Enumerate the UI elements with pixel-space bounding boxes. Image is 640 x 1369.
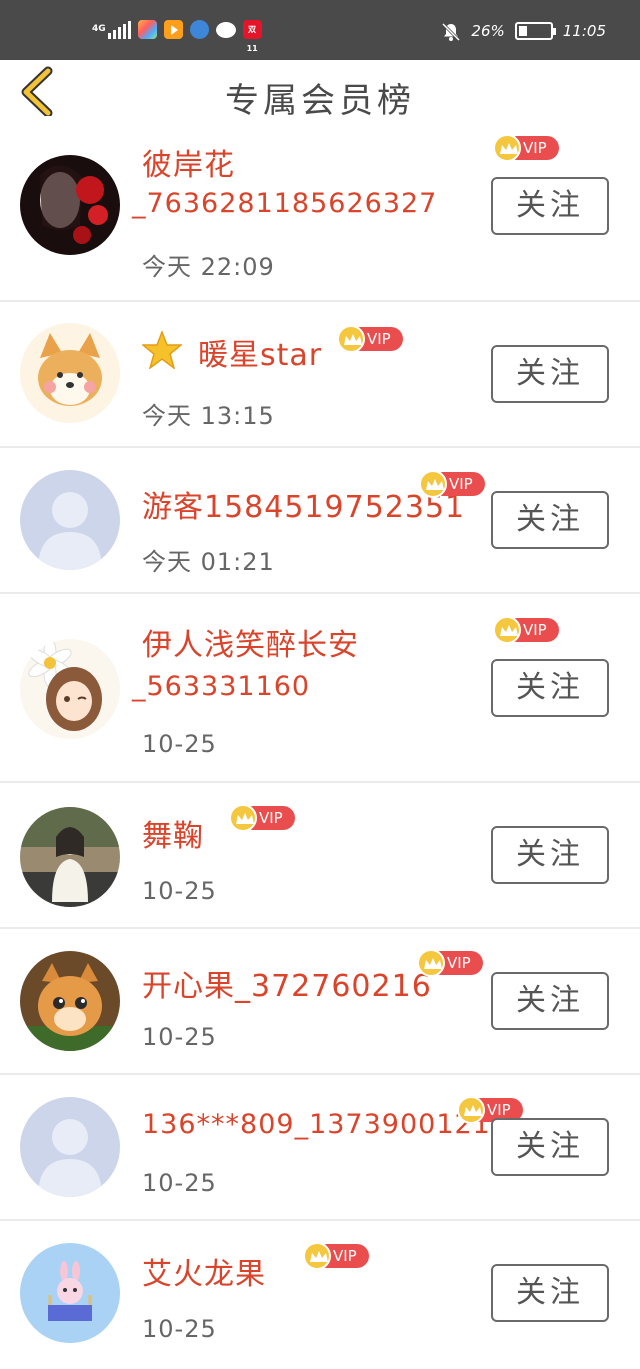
app-notification-icon — [137, 20, 157, 39]
member-name: 彼岸花 — [142, 148, 235, 183]
crown-icon — [457, 1096, 485, 1124]
crown-icon — [493, 616, 521, 644]
status-bar: 4G 双11 26% 11:05 — [0, 0, 640, 60]
follow-button[interactable]: 关注 — [491, 1264, 609, 1322]
star-icon — [140, 329, 184, 377]
list-item[interactable]: 彼岸花 _7636281185626327 今天 22:09 VIP 关注 — [0, 130, 640, 302]
crown-icon — [337, 325, 365, 353]
vip-badge: VIP — [417, 949, 483, 977]
follow-button[interactable]: 关注 — [491, 659, 609, 717]
follow-button[interactable]: 关注 — [491, 491, 609, 549]
follow-button[interactable]: 关注 — [491, 345, 609, 403]
status-right: 26% 11:05 — [441, 22, 606, 42]
member-name: 艾火龙果 — [142, 1257, 266, 1292]
member-name-suffix: _563331160 — [132, 671, 311, 702]
crown-icon — [417, 949, 445, 977]
chat-bubble-icon — [215, 21, 236, 38]
vip-badge: VIP — [337, 325, 403, 353]
avatar[interactable] — [20, 1243, 120, 1343]
member-name-suffix: _7636281185626327 — [132, 188, 438, 219]
member-time: 10-25 — [142, 1023, 217, 1051]
vip-badge: VIP — [303, 1242, 369, 1270]
shopping-app-icon: 双11 — [242, 20, 262, 53]
vip-badge: VIP — [229, 804, 295, 832]
avatar[interactable] — [20, 1097, 120, 1197]
follow-button[interactable]: 关注 — [491, 972, 609, 1030]
avatar[interactable] — [20, 155, 120, 255]
network-type: 4G — [92, 24, 106, 34]
crown-icon — [229, 804, 257, 832]
list-item[interactable]: 艾火龙果 10-25 VIP 关注 — [0, 1221, 640, 1367]
list-item[interactable]: 舞鞠 10-25 VIP 关注 — [0, 783, 640, 929]
status-left: 4G 双11 — [92, 20, 262, 53]
member-time: 今天 01:21 — [142, 548, 275, 576]
member-time: 今天 13:15 — [142, 402, 275, 430]
video-app-icon — [163, 20, 183, 39]
vip-badge: VIP — [493, 134, 559, 162]
follow-button[interactable]: 关注 — [491, 177, 609, 235]
member-name: 136***809_1373900121 — [142, 1109, 491, 1140]
page-title: 专属会员榜 — [225, 81, 415, 121]
header: 专属会员榜 — [0, 60, 640, 130]
avatar[interactable] — [20, 323, 120, 423]
member-name: 伊人浅笑醉长安 — [142, 628, 359, 663]
follow-button[interactable]: 关注 — [491, 1118, 609, 1176]
member-name-line: 暖星star — [140, 329, 323, 377]
avatar[interactable] — [20, 951, 120, 1051]
list-item[interactable]: 暖星star 今天 13:15 VIP 关注 — [0, 302, 640, 448]
bell-muted-icon — [441, 22, 461, 42]
follow-button[interactable]: 关注 — [491, 826, 609, 884]
list-item[interactable]: 游客1584519752351 今天 01:21 VIP 关注 — [0, 448, 640, 594]
crown-icon — [493, 134, 521, 162]
member-name: 开心果_372760216 — [142, 969, 432, 1004]
member-name: 游客1584519752351 — [142, 490, 466, 525]
signal-bars-icon — [107, 20, 131, 39]
list-item[interactable]: 开心果_372760216 10-25 VIP 关注 — [0, 929, 640, 1075]
member-time: 今天 22:09 — [142, 253, 275, 281]
member-name: 舞鞠 — [142, 819, 204, 854]
list-item[interactable]: 伊人浅笑醉长安 _563331160 10-25 VIP 关注 — [0, 594, 640, 783]
clock: 11:05 — [562, 22, 606, 40]
vip-badge: VIP — [493, 616, 559, 644]
member-time: 10-25 — [142, 877, 217, 905]
member-time: 10-25 — [142, 1315, 217, 1343]
avatar[interactable] — [20, 807, 120, 907]
battery-percent: 26% — [471, 22, 505, 40]
avatar[interactable] — [20, 470, 120, 570]
crown-icon — [303, 1242, 331, 1270]
signal-indicator: 4G — [92, 20, 131, 39]
crown-icon — [419, 470, 447, 498]
browser-app-icon — [189, 20, 209, 39]
list-item[interactable]: 136***809_1373900121 10-25 VIP 关注 — [0, 1075, 640, 1221]
battery-icon — [514, 22, 556, 40]
member-list: 彼岸花 _7636281185626327 今天 22:09 VIP 关注 暖星… — [0, 130, 640, 1367]
member-name: 暖星star — [198, 338, 323, 373]
vip-badge: VIP — [419, 470, 485, 498]
avatar[interactable] — [20, 639, 120, 739]
member-time: 10-25 — [142, 1169, 217, 1197]
member-time: 10-25 — [142, 730, 217, 758]
